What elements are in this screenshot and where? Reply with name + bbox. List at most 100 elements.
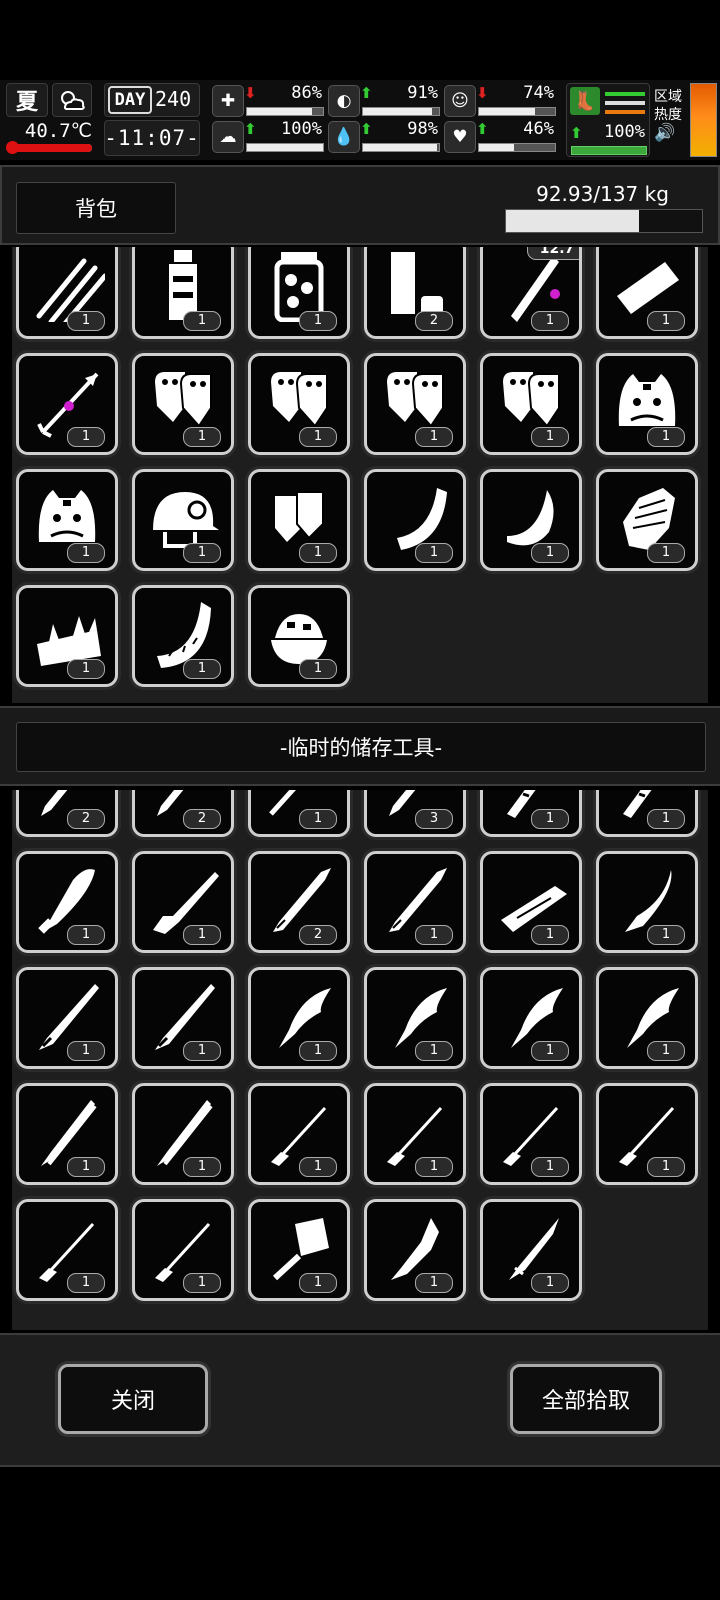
backpack-slot[interactable]: 1 (364, 353, 466, 455)
storage-slot[interactable]: 1 (596, 851, 698, 953)
backpack-slot[interactable]: 1 (480, 469, 582, 571)
heart-icon: ♥ (444, 121, 476, 153)
backpack-slot[interactable]: 1 (16, 469, 118, 571)
item-count: 1 (299, 1157, 337, 1177)
item-count: 1 (67, 1273, 105, 1293)
backpack-slot[interactable]: 1 (16, 247, 118, 339)
storage-slot[interactable]: 1 (596, 790, 698, 837)
storage-slot[interactable]: 1 (596, 967, 698, 1069)
stomach-icon: ◐ (328, 85, 360, 117)
storage-slot[interactable]: 1 (596, 1083, 698, 1185)
day-label: DAY (108, 86, 152, 114)
storage-slot[interactable]: 1 (248, 967, 350, 1069)
item-count: 1 (299, 1273, 337, 1293)
caliber-tag: 12.7 (527, 247, 579, 260)
up-arrow-icon: ⬆ (570, 124, 583, 142)
storage-slot[interactable]: 1 (16, 967, 118, 1069)
backpack-slot[interactable]: 1 (248, 585, 350, 687)
backpack-slot[interactable]: 1 (132, 353, 234, 455)
storage-slot[interactable]: 1 (132, 851, 234, 953)
storage-slot[interactable]: 1 (480, 967, 582, 1069)
storage-slot[interactable]: 1 (364, 967, 466, 1069)
storage-slot[interactable]: 1 (364, 1083, 466, 1185)
stamina-bar (571, 146, 647, 155)
storage-slot[interactable]: 1 (132, 967, 234, 1069)
item-count: 1 (647, 427, 685, 447)
backpack-slot[interactable]: 1 (16, 353, 118, 455)
backpack-slot[interactable]: 1 (248, 353, 350, 455)
backpack-slot[interactable]: 1 (364, 469, 466, 571)
storage-slot[interactable]: 1 (480, 851, 582, 953)
storage-grid[interactable]: 2 2 1 3 1 1 1 1 2 1 1 1 1 1 1 1 1 1 1 1 1 1 1 1 1 1 1 1 1 (12, 790, 708, 1330)
stat-bar (362, 143, 440, 152)
stat-bar (362, 107, 440, 116)
stat-value: 74% (523, 83, 554, 103)
item-count: 1 (183, 311, 221, 331)
storage-slot[interactable]: 3 (364, 790, 466, 837)
storage-slot[interactable]: 1 (364, 1199, 466, 1301)
backpack-slot[interactable]: 1 (248, 469, 350, 571)
item-count: 1 (67, 427, 105, 447)
storage-slot[interactable]: 1 (16, 1083, 118, 1185)
storage-slot[interactable]: 1 (248, 790, 350, 837)
item-count: 1 (67, 925, 105, 945)
stat-medkit: ✚ ⬇ 86% (212, 83, 324, 118)
storage-slot[interactable]: 2 (132, 790, 234, 837)
backpack-slot[interactable]: 12.7 1 (480, 247, 582, 339)
game-clock: -11:07- (104, 120, 200, 156)
storage-slot[interactable]: 1 (132, 1199, 234, 1301)
storage-slot[interactable]: 1 (16, 851, 118, 953)
backpack-slot[interactable]: 1 (596, 247, 698, 339)
up-arrow-icon: ⬆ (244, 120, 257, 138)
down-arrow-icon: ⬇ (476, 84, 489, 102)
backpack-grid[interactable]: 1 1 1 2 12.7 1 1 1 1 1 1 1 1 1 1 1 1 1 1 1 1 1 (12, 247, 708, 703)
storage-slot[interactable]: 1 (480, 1199, 582, 1301)
storage-slot[interactable]: 1 (16, 1199, 118, 1301)
backpack-slot[interactable]: 1 (132, 585, 234, 687)
item-count: 1 (531, 427, 569, 447)
stamina-value: 100% (604, 122, 645, 142)
region-heat-label: 区域 热度 🔊 (654, 89, 682, 143)
stat-bar (246, 107, 324, 116)
item-count: 1 (415, 1273, 453, 1293)
backpack-slot[interactable]: 1 (132, 247, 234, 339)
storage-slot[interactable]: 1 (364, 851, 466, 953)
storage-title: -临时的储存工具- (16, 722, 706, 772)
item-count: 1 (67, 543, 105, 563)
day-counter: DAY 240 (104, 83, 200, 117)
backpack-slot[interactable]: 1 (248, 247, 350, 339)
stat-water-drop: 💧 ⬆ 98% (328, 119, 440, 154)
up-arrow-icon: ⬆ (360, 120, 373, 138)
close-button[interactable]: 关闭 (58, 1364, 208, 1434)
backpack-slot[interactable]: 1 (480, 353, 582, 455)
item-count: 1 (647, 809, 685, 829)
backpack-slot[interactable]: 1 (16, 585, 118, 687)
backpack-slot[interactable]: 1 (596, 469, 698, 571)
weather-icon (52, 83, 92, 117)
storage-slot[interactable]: 1 (480, 1083, 582, 1185)
storage-slot[interactable]: 2 (248, 851, 350, 953)
stat-heart: ♥ ⬆ 46% (444, 119, 556, 154)
storage-slot[interactable]: 2 (16, 790, 118, 837)
item-count: 1 (183, 1273, 221, 1293)
item-count: 1 (183, 659, 221, 679)
speaker-icon[interactable]: 🔊 (654, 123, 675, 143)
backpack-slot[interactable]: 1 (596, 353, 698, 455)
status-hud: 夏 40.7℃ DAY 240 -11:07- ✚ ⬇ 86% ◐ ⬆ 91% ☺ ⬇ 74% ☁… (0, 80, 720, 160)
item-count: 1 (67, 1157, 105, 1177)
item-count: 1 (647, 1041, 685, 1061)
season-label: 夏 (15, 90, 38, 115)
backpack-slot[interactable]: 1 (132, 469, 234, 571)
pick-all-button[interactable]: 全部拾取 (510, 1364, 662, 1434)
item-count: 1 (647, 311, 685, 331)
item-count: 1 (531, 1273, 569, 1293)
storage-slot[interactable]: 1 (248, 1083, 350, 1185)
storage-slot[interactable]: 1 (480, 790, 582, 837)
storage-slot[interactable]: 1 (132, 1083, 234, 1185)
item-count: 1 (531, 925, 569, 945)
item-count: 1 (647, 1157, 685, 1177)
backpack-slot[interactable]: 2 (364, 247, 466, 339)
stamina-panel: 👢 ⬆ 100% (566, 83, 650, 157)
storage-slot[interactable]: 1 (248, 1199, 350, 1301)
mood-icon: ☺ (444, 85, 476, 117)
